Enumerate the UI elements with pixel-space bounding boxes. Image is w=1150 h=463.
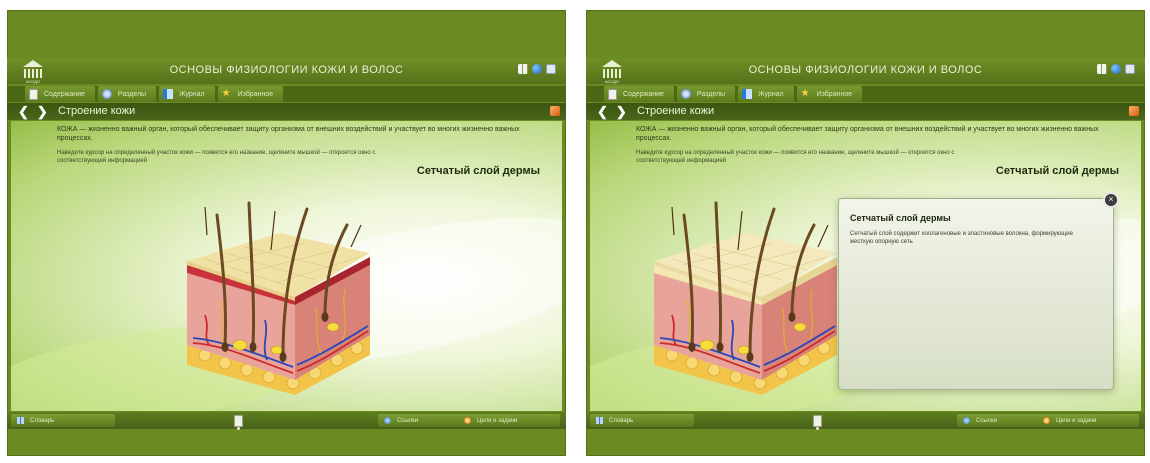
tab-favorites[interactable]: ★ Избранное [796,86,863,102]
gear-icon [101,89,112,99]
goals-button[interactable]: Цели и задачи [458,414,560,427]
app-title: ОСНОВЫ ФИЗИОЛОГИИ КОЖИ И ВОЛОС [748,64,983,76]
tab-label: Содержание [44,90,85,98]
skin-diagram[interactable] [165,195,393,395]
section-title: Строение кожи [58,105,136,117]
close-icon[interactable]: × [1103,192,1119,208]
content-area: КОЖА — жизненно важный орган, который об… [11,121,562,411]
popup-title: Сетчатый слой дермы [850,213,951,223]
globe-icon[interactable] [532,64,542,74]
app-window-left: АСОДО ОСНОВЫ ФИЗИОЛОГИИ КОЖИ И ВОЛОС Сод… [7,10,566,456]
nav-arrows: ❮ ❯ [18,103,48,120]
back-arrow-icon[interactable]: ❮ [18,103,29,120]
goals-button[interactable]: Цели и задачи [1037,414,1139,427]
goals-label: Цели и задачи [1056,417,1097,424]
layer-label: Сетчатый слой дермы [416,165,540,177]
links-button[interactable]: Ссылки [957,414,1041,427]
notes-icon[interactable] [234,415,243,430]
content-area: КОЖА — жизненно важный орган, который об… [590,121,1141,411]
link-icon [384,417,391,424]
tab-sections[interactable]: Разделы [97,86,157,102]
notebook-icon [163,89,174,99]
intro-text: КОЖА — жизненно важный орган, который об… [57,126,520,142]
star-icon: ★ [800,88,810,99]
intro-text: КОЖА — жизненно важный орган, который об… [636,126,1099,142]
grid-view-icon[interactable] [518,64,528,74]
popup-text: Сетчатый слой содержит коллагеновые и эл… [850,231,1073,245]
target-icon [464,417,471,424]
grid-view-icon[interactable] [1097,64,1107,74]
links-label: Ссылки [976,417,998,424]
gear-icon [680,89,691,99]
links-button[interactable]: Ссылки [378,414,462,427]
document-icon [29,88,38,100]
bookmark-icon[interactable] [1129,106,1139,116]
skin-diagram[interactable] [632,195,860,395]
tab-journal[interactable]: Журнал [738,86,794,102]
info-popup: Сетчатый слой дермы Сетчатый слой содерж… [838,192,1119,390]
tab-row: Содержание Разделы Журнал ★ Избранное [586,86,1145,102]
link-icon [963,417,970,424]
tab-contents[interactable]: Содержание [25,86,95,102]
target-icon [1043,417,1050,424]
goals-label: Цели и задачи [477,417,518,424]
tab-row: Содержание Разделы Журнал ★ Избранное [7,86,566,102]
book-icon [17,417,24,424]
links-label: Ссылки [397,417,419,424]
tab-sections[interactable]: Разделы [676,86,736,102]
hint-text: Наведите курсор на определенный участок … [57,150,376,164]
tab-label: Разделы [117,90,147,98]
tab-label: Разделы [696,90,726,98]
notebook-icon [742,89,753,99]
nav-arrows: ❮ ❯ [597,103,627,120]
tab-label: Содержание [623,90,664,98]
notes-icon[interactable] [813,415,822,430]
layer-label: Сетчатый слой дермы [995,165,1119,177]
dictionary-button[interactable]: Словарь [590,414,694,427]
dictionary-label: Словарь [30,417,55,424]
hint-text: Наведите курсор на определенный участок … [636,150,955,164]
app-title: ОСНОВЫ ФИЗИОЛОГИИ КОЖИ И ВОЛОС [169,64,404,76]
globe-icon[interactable] [1111,64,1121,74]
dictionary-label: Словарь [609,417,634,424]
tab-label: Избранное [816,90,853,98]
dictionary-button[interactable]: Словарь [11,414,115,427]
window-controls [518,64,556,74]
tab-contents[interactable]: Содержание [604,86,674,102]
document-icon [608,88,617,100]
section-title: Строение кожи [637,105,715,117]
back-arrow-icon[interactable]: ❮ [597,103,608,120]
tab-favorites[interactable]: ★ Избранное [217,86,284,102]
forward-arrow-icon[interactable]: ❯ [616,103,627,120]
app-window-right: АСОДО ОСНОВЫ ФИЗИОЛОГИИ КОЖИ И ВОЛОС Сод… [586,10,1145,456]
tab-label: Журнал [179,90,205,98]
print-icon[interactable] [1125,64,1135,74]
window-controls [1097,64,1135,74]
print-icon[interactable] [546,64,556,74]
star-icon: ★ [221,88,231,99]
tab-label: Избранное [237,90,274,98]
bookmark-icon[interactable] [550,106,560,116]
tab-journal[interactable]: Журнал [159,86,215,102]
tab-label: Журнал [758,90,784,98]
forward-arrow-icon[interactable]: ❯ [37,103,48,120]
book-icon [596,417,603,424]
